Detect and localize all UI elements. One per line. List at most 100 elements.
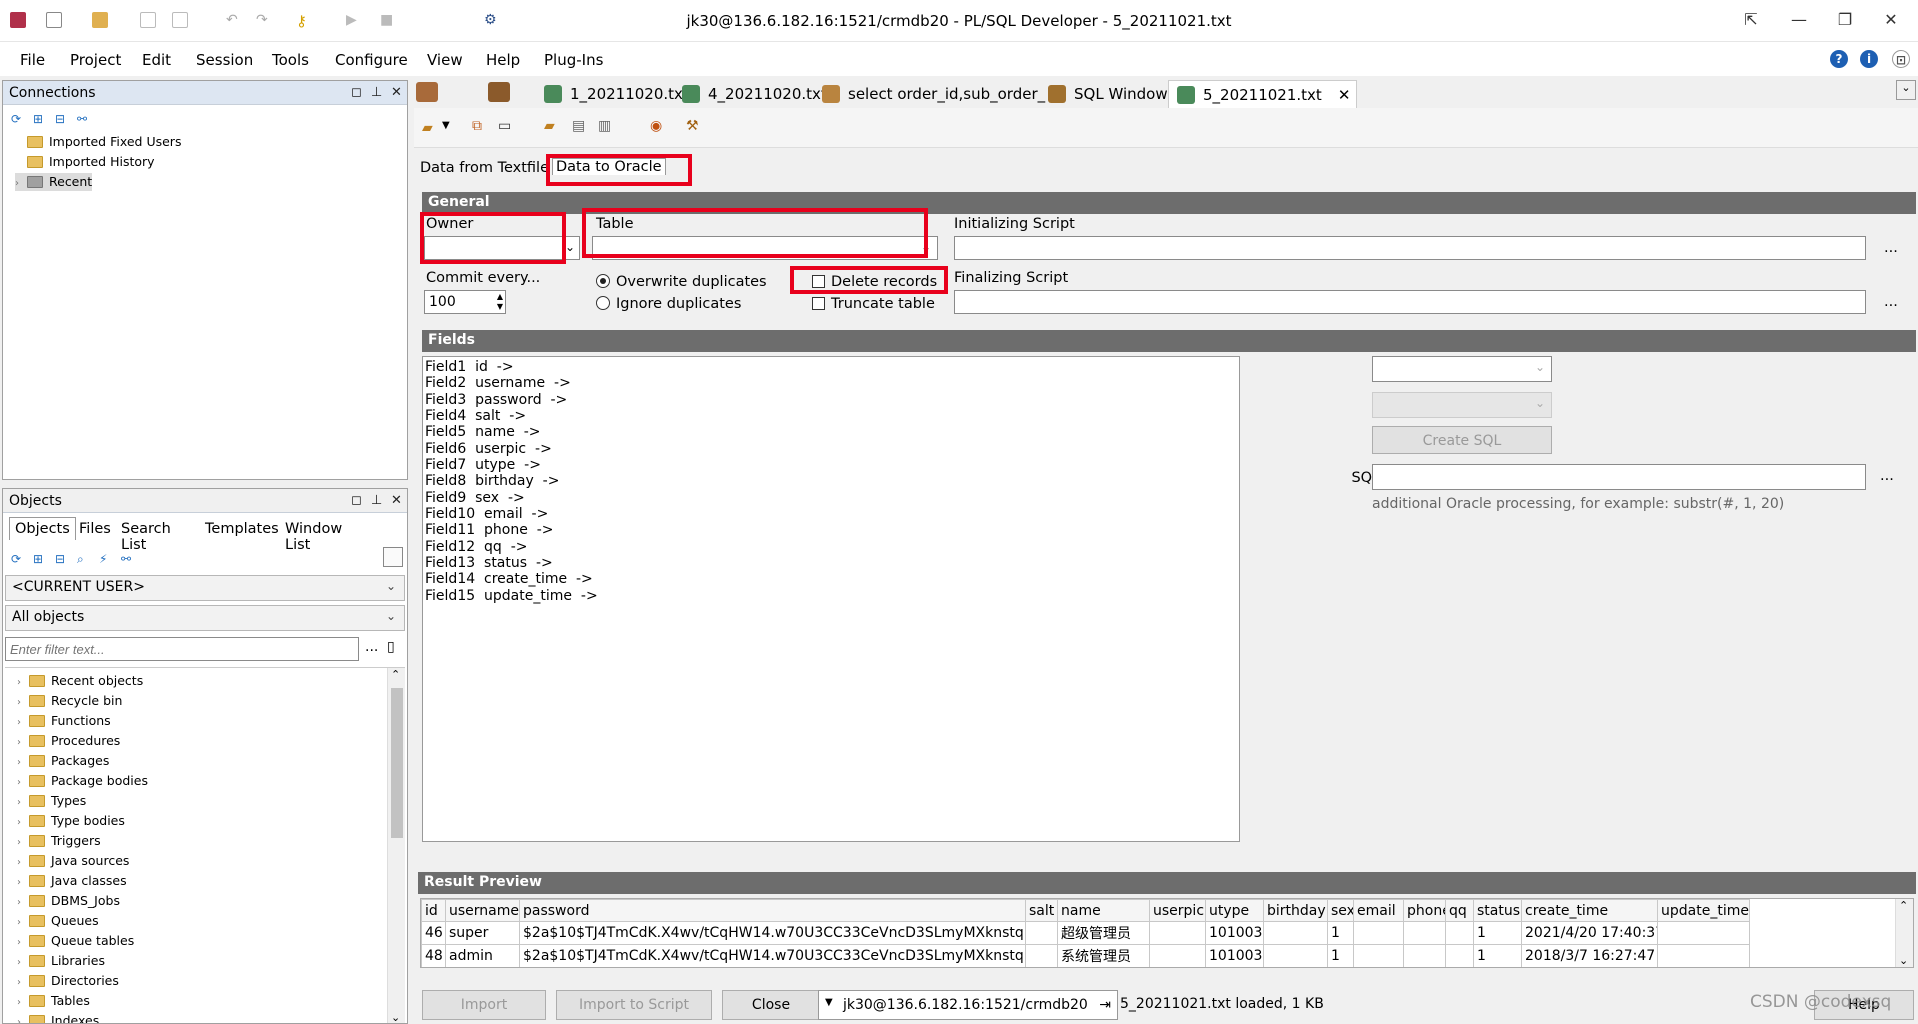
info-icon[interactable]: i xyxy=(1860,50,1878,68)
panel-pin-icon[interactable]: ⊥ xyxy=(371,85,382,100)
menu-edit[interactable]: Edit xyxy=(142,51,171,69)
expand-icon[interactable]: › xyxy=(17,714,25,732)
open-file-icon[interactable]: ▰ xyxy=(422,120,433,136)
column-header[interactable]: username xyxy=(445,899,520,922)
new-object-icon[interactable]: ▯ xyxy=(387,639,395,655)
conn-item-fixed-users[interactable]: Imported Fixed Users xyxy=(15,133,181,151)
object-tree-item[interactable]: › Functions xyxy=(17,712,111,730)
field-mapping-item[interactable]: Field5 name -> xyxy=(425,424,541,440)
database-icon[interactable]: ◉ xyxy=(650,118,662,134)
import-to-script-button[interactable]: Import to Script xyxy=(556,990,712,1020)
restore-icon[interactable]: ⇱ xyxy=(1736,10,1766,29)
object-tree-item[interactable]: › Package bodies xyxy=(17,772,148,790)
field-mapping-item[interactable]: Field3 password -> xyxy=(425,392,567,408)
sql-function-input[interactable] xyxy=(1372,464,1866,490)
tab-templates[interactable]: Templates xyxy=(205,521,279,537)
tab-window-list[interactable]: Window List xyxy=(285,521,342,553)
object-tree-item[interactable]: › Queues xyxy=(17,912,99,930)
column-header[interactable]: utype xyxy=(1205,899,1264,922)
doc-tab-1[interactable]: 1_20211020.txt xyxy=(536,80,695,108)
object-tree-item[interactable]: › Libraries xyxy=(17,952,105,970)
column-header[interactable]: email xyxy=(1353,899,1404,922)
field-mapping-item[interactable]: Field4 salt -> xyxy=(425,408,526,424)
import-button[interactable]: Import xyxy=(422,990,546,1020)
pin-icon[interactable]: ⊡ xyxy=(1892,50,1910,68)
init-script-input[interactable] xyxy=(954,236,1866,260)
commit-stepper[interactable]: 100 ▲ ▼ xyxy=(424,290,506,314)
scroll-up-icon[interactable]: ⌃ xyxy=(391,668,400,681)
paste-icon[interactable]: ▭ xyxy=(498,118,511,134)
field-mapping-item[interactable]: Field14 create_time -> xyxy=(425,571,593,587)
field-mapping-item[interactable]: Field2 username -> xyxy=(425,375,571,391)
expand-icon[interactable]: › xyxy=(17,834,25,852)
expand-icon[interactable]: › xyxy=(17,774,25,792)
object-tree-item[interactable]: › Recycle bin xyxy=(17,692,122,710)
doc-tab-4[interactable]: 4_20211020.txt xyxy=(674,80,833,108)
panel-close-icon[interactable]: ✕ xyxy=(391,85,402,100)
close-window-button[interactable]: ✕ xyxy=(1876,10,1906,29)
object-tree-item[interactable]: › Java sources xyxy=(17,852,129,870)
collapse-all-icon[interactable]: ⊟ xyxy=(55,112,67,126)
window-icon[interactable] xyxy=(416,82,438,102)
column-header[interactable]: id xyxy=(421,899,446,922)
menu-help[interactable]: Help xyxy=(486,51,520,69)
help-icon[interactable]: ? xyxy=(1830,50,1848,68)
field-mapping-item[interactable]: Field1 id -> xyxy=(425,359,514,375)
expand-icon[interactable]: › xyxy=(17,934,25,952)
object-tree-item[interactable]: › Tables xyxy=(17,992,90,1010)
expand-icon[interactable]: › xyxy=(17,974,25,992)
object-tree-item[interactable]: › Triggers xyxy=(17,832,101,850)
menu-file[interactable]: File xyxy=(20,51,45,69)
expand-all-icon[interactable]: ⊞ xyxy=(33,552,45,566)
scroll-down-icon[interactable]: ⌄ xyxy=(391,1011,400,1023)
window-icon[interactable] xyxy=(488,82,510,102)
column-header[interactable]: salt xyxy=(1025,899,1058,922)
expand-icon[interactable]: › xyxy=(17,734,25,752)
conn-item-history[interactable]: Imported History xyxy=(15,153,155,171)
panel-pin-icon[interactable]: ⊥ xyxy=(371,493,382,508)
object-tree-item[interactable]: › Directories xyxy=(17,972,119,990)
scrollbar-thumb[interactable] xyxy=(391,688,403,838)
expand-icon[interactable]: › xyxy=(17,954,25,972)
final-script-input[interactable] xyxy=(954,290,1866,314)
menu-configure[interactable]: Configure xyxy=(335,51,408,69)
ignore-radio[interactable]: Ignore duplicates xyxy=(596,296,741,312)
create-sql-button[interactable]: Create SQL xyxy=(1372,426,1552,454)
tab-data-from-textfile[interactable]: Data from Textfile xyxy=(420,160,549,176)
panel-close-icon[interactable]: ✕ xyxy=(391,493,402,508)
field-mapping-item[interactable]: Field11 phone -> xyxy=(425,522,554,538)
scroll-down-icon[interactable]: ⌄ xyxy=(1899,954,1908,967)
doc-tab-5-active[interactable]: 5_20211021.txt ✕ xyxy=(1168,80,1358,108)
panel-maximize-icon[interactable]: ◻ xyxy=(351,85,362,100)
column-header[interactable]: status xyxy=(1473,899,1522,922)
expand-icon[interactable]: › xyxy=(17,794,25,812)
truncate-table-checkbox[interactable]: Truncate table xyxy=(812,296,935,312)
tab-objects[interactable]: Objects xyxy=(9,517,76,540)
doc-tab-select[interactable]: select order_id,sub_order_ ... xyxy=(814,80,1070,108)
scrollbar[interactable]: ⌃ ⌄ xyxy=(387,668,405,1023)
folder-open-icon[interactable]: ▰ xyxy=(544,118,555,134)
field-mapping-item[interactable]: Field15 update_time -> xyxy=(425,588,598,604)
user-combo[interactable]: <CURRENT USER> ⌄ xyxy=(5,575,405,601)
expand-all-icon[interactable]: ⊞ xyxy=(33,112,45,126)
tab-search-list[interactable]: Search List xyxy=(121,521,171,553)
object-tree-item[interactable]: › Java classes xyxy=(17,872,127,890)
chevron-down-icon[interactable]: ▼ xyxy=(442,120,450,131)
object-tree-item[interactable]: › Procedures xyxy=(17,732,120,750)
expand-icon[interactable]: › xyxy=(17,754,25,772)
expand-icon[interactable]: › xyxy=(17,914,25,932)
fields-list[interactable]: Field1 id -> Field2 username -> Field3 pas… xyxy=(422,356,1240,842)
tab-list-dropdown-icon[interactable]: ⌄ xyxy=(1896,80,1916,100)
link-icon[interactable]: ⚯ xyxy=(121,552,133,566)
result-scrollbar[interactable]: ⌃ ⌄ xyxy=(1895,899,1913,967)
fieldtype-combo[interactable]: ⌄ xyxy=(1372,392,1552,418)
scope-combo[interactable]: All objects ⌄ xyxy=(5,605,405,631)
object-tree-item[interactable]: › Types xyxy=(17,792,86,810)
object-tree-item[interactable]: › Type bodies xyxy=(17,812,125,830)
filter-icon[interactable]: ⚡ xyxy=(99,552,111,566)
close-button[interactable]: Close xyxy=(722,990,820,1020)
refresh-icon[interactable]: ⟳ xyxy=(11,112,23,126)
sql-function-browse-button[interactable]: ... xyxy=(1880,468,1894,484)
expand-icon[interactable]: › xyxy=(17,994,25,1012)
tab-close-icon[interactable]: ✕ xyxy=(1338,86,1351,104)
